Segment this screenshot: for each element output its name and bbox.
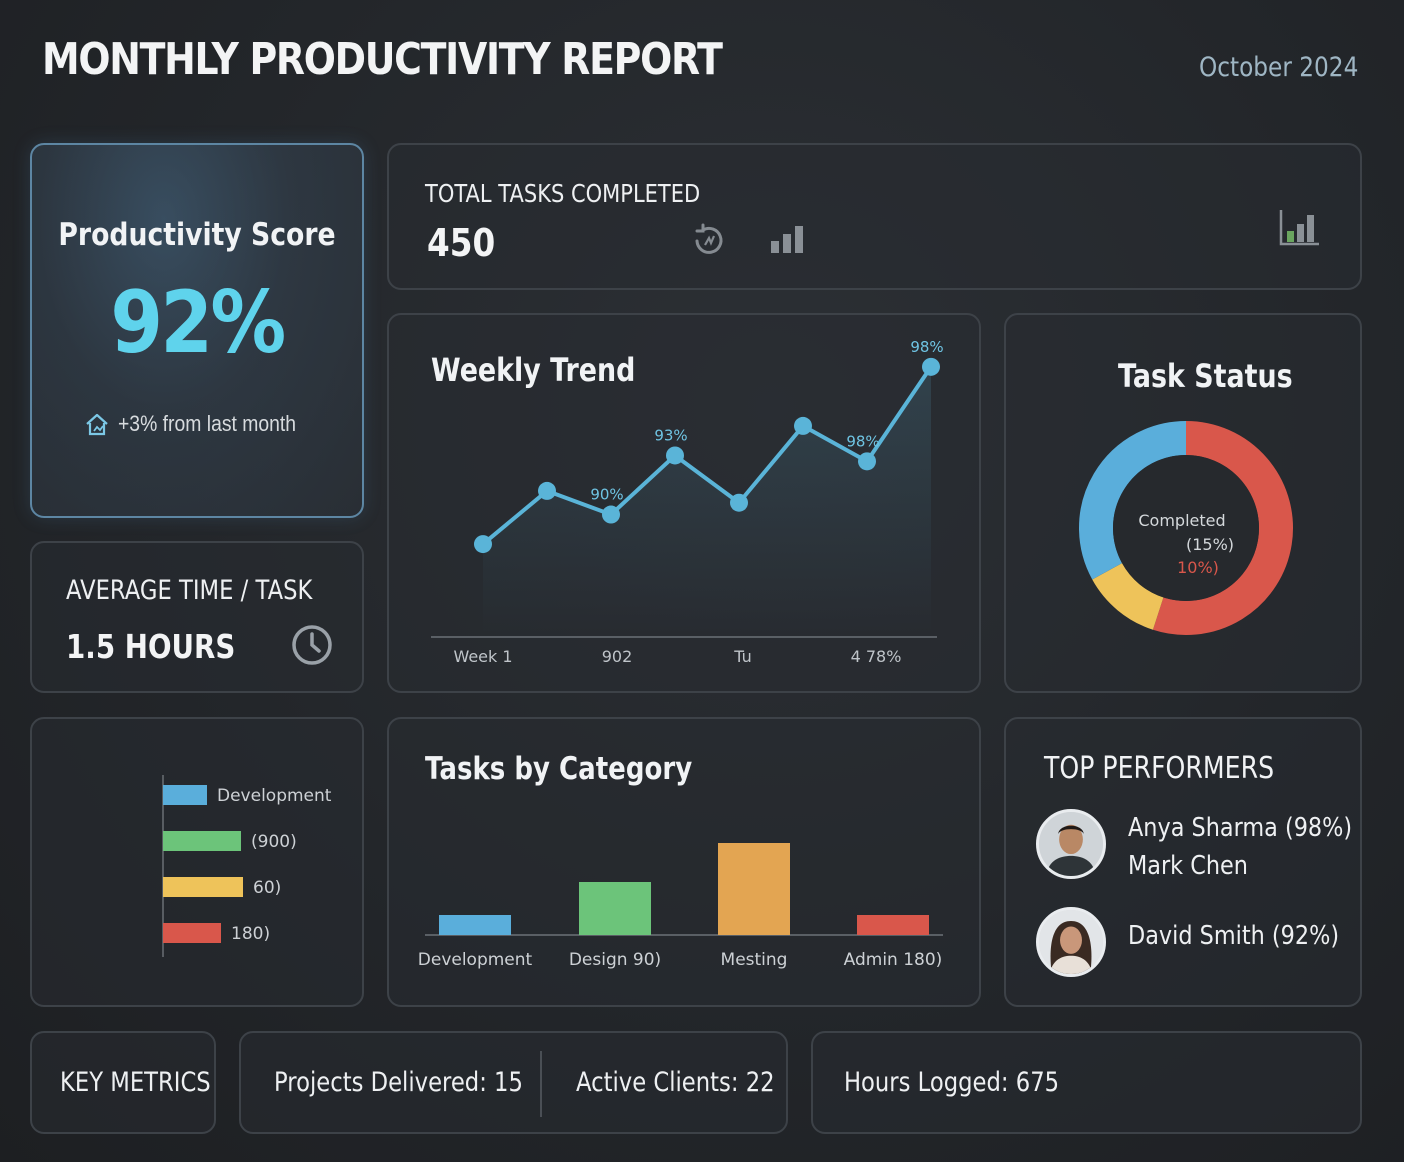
metric-divider <box>540 1051 542 1117</box>
donut-center-label: (15%) <box>1186 535 1234 554</box>
category-bar <box>718 843 790 935</box>
performer-text: Anya Sharma (98%) Mark Chen <box>1128 809 1352 885</box>
active-clients: Active Clients: 22 <box>576 1067 775 1098</box>
performer-row[interactable]: Anya Sharma (98%) Mark Chen <box>1036 809 1389 885</box>
refresh-icon[interactable] <box>689 221 729 261</box>
trend-point <box>858 452 876 471</box>
key-metrics-label-card: KEY METRICS <box>30 1031 216 1134</box>
data-label: 90% <box>590 486 623 504</box>
productivity-score-card: Productivity Score 92% +3% from last mon… <box>30 143 364 518</box>
top-performers-title: TOP PERFORMERS <box>1044 751 1275 786</box>
task-status-card: Task Status Completed (15%) 10%) <box>1004 313 1362 693</box>
total-tasks-card: TOTAL TASKS COMPLETED 450 <box>387 143 1362 290</box>
performer-name: Anya Sharma (98%) <box>1128 813 1353 843</box>
score-change-text: +3% from last month <box>118 411 297 436</box>
average-time-label: AVERAGE TIME / TASK <box>66 575 313 606</box>
avatar <box>1036 907 1106 977</box>
donut-center-label: Completed <box>1138 511 1225 530</box>
analytics-icon[interactable] <box>1278 207 1322 247</box>
trend-point <box>538 481 556 500</box>
hbar-label: 60) <box>253 878 281 898</box>
hbar-label: 180) <box>231 924 270 944</box>
key-metrics-label: KEY METRICS <box>60 1067 211 1098</box>
score-change: +3% from last month <box>84 411 320 437</box>
x-tick-label: 4 78% <box>851 647 902 666</box>
productivity-score-value: 92% <box>110 273 286 373</box>
trend-point <box>794 416 812 435</box>
tasks-by-category-card: Tasks by Category Development Design 90) M… <box>387 717 981 1007</box>
hbar <box>163 923 221 943</box>
data-label: 98% <box>910 338 943 356</box>
hbar <box>163 877 243 897</box>
weekly-trend-chart: 90% 93% 98% 98% Week 1 902 Tu 4 78% <box>431 338 944 666</box>
category-label: Design 90) <box>569 950 661 970</box>
total-tasks-label: TOTAL TASKS COMPLETED <box>425 179 701 208</box>
category-bar <box>579 882 651 935</box>
performer-name: Mark Chen <box>1128 851 1248 881</box>
donut-center-label: 10%) <box>1177 558 1219 577</box>
category-label: Mesting <box>721 950 788 970</box>
horizontal-bar-chart: Development (900) 60) 180) <box>162 775 332 957</box>
x-tick-label: Tu <box>733 647 751 666</box>
report-date: October 2024 <box>1198 52 1358 83</box>
person-avatar-icon <box>1039 910 1103 974</box>
tasks-by-category-chart: Development Design 90) Mesting Admin 180) <box>418 843 943 970</box>
person-avatar-icon <box>1039 812 1103 876</box>
category-label: Development <box>418 950 533 970</box>
hours-logged: Hours Logged: 675 <box>844 1067 1060 1098</box>
x-tick-label: 902 <box>602 647 633 666</box>
average-time-card: AVERAGE TIME / TASK 1.5 HOURS <box>30 541 364 693</box>
total-tasks-value: 450 <box>427 221 496 265</box>
x-tick-label: Week 1 <box>453 647 512 666</box>
weekly-trend-card: Weekly Trend 90% 93% 98% 98% Week 1 902 Tu 4 78… <box>387 313 981 693</box>
trend-point <box>602 505 620 524</box>
horizontal-bar-card: Development (900) 60) 180) <box>30 717 364 1007</box>
data-label: 98% <box>846 432 879 450</box>
hbar <box>163 785 207 805</box>
hbar-label: (900) <box>251 832 297 852</box>
productivity-score-label: Productivity Score <box>58 217 336 253</box>
page-title: MONTHLY PRODUCTIVITY REPORT <box>42 34 723 85</box>
trend-point <box>666 446 684 465</box>
projects-clients-card: Projects Delivered: 15 Active Clients: 2… <box>239 1031 788 1134</box>
avatar <box>1036 809 1106 879</box>
data-label: 93% <box>654 426 687 444</box>
hbar <box>163 831 241 851</box>
category-bar <box>857 915 929 935</box>
top-performers-card: TOP PERFORMERS Anya Sharma (98%) Mark Ch… <box>1004 717 1362 1007</box>
trend-point <box>730 493 748 512</box>
task-status-chart: Completed (15%) 10%) <box>1079 421 1293 635</box>
performer-row[interactable]: David Smith (92%) <box>1036 907 1373 977</box>
category-label: Admin 180) <box>844 950 943 970</box>
category-bar <box>439 915 511 935</box>
trend-area <box>483 366 931 635</box>
trend-point <box>474 535 492 554</box>
average-time-value: 1.5 HOURS <box>66 627 236 666</box>
hbar-label: Development <box>217 786 332 806</box>
clock-icon <box>292 625 332 665</box>
hours-logged-card: Hours Logged: 675 <box>811 1031 1362 1134</box>
performer-name: David Smith (92%) <box>1128 921 1340 951</box>
projects-delivered: Projects Delivered: 15 <box>274 1067 523 1098</box>
performer-text: David Smith (92%) <box>1128 917 1339 955</box>
bar-chart-icon[interactable] <box>769 223 809 255</box>
trend-up-home-icon <box>86 413 108 436</box>
trend-point <box>922 357 940 376</box>
